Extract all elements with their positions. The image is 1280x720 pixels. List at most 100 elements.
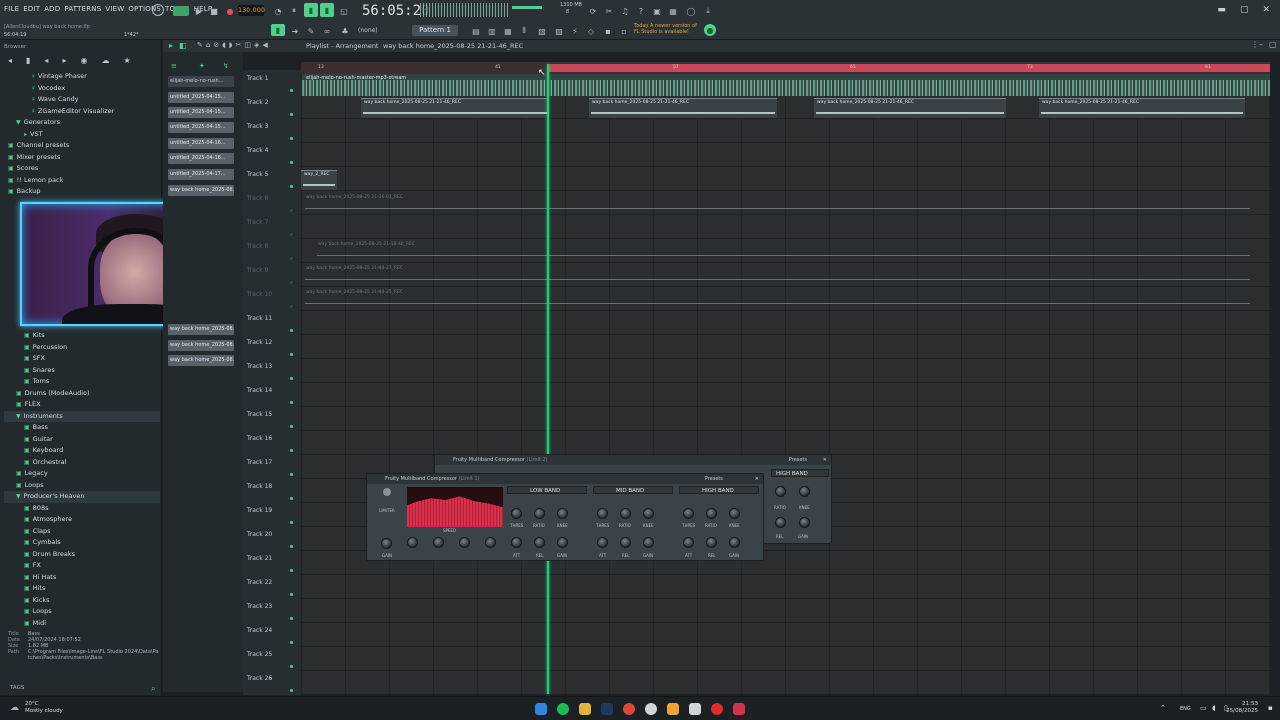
download-icon[interactable]: ⤓ <box>702 5 714 17</box>
picker-item[interactable]: untitled_2025-04-17... <box>168 169 234 180</box>
track-label[interactable]: Track 1 <box>247 75 268 82</box>
audio-clip-rec[interactable]: way back home_2025-08-25 21-21-46_REC <box>814 98 1006 118</box>
track-mute-led[interactable] <box>290 449 293 452</box>
track-mute-led[interactable] <box>290 161 293 164</box>
gain-knob[interactable] <box>643 537 654 548</box>
plugin-database-icon[interactable]: ▨ <box>553 25 565 37</box>
volume-icon[interactable]: ◖ <box>1212 704 1216 712</box>
snap-selector[interactable]: (none) <box>358 25 394 36</box>
track-label[interactable]: Track 6 <box>247 195 268 202</box>
picker-item[interactable]: way back home_2025-08... <box>168 324 234 335</box>
browser-item-loops-2[interactable]: ▣ Loops <box>4 606 160 618</box>
att-knob[interactable] <box>597 537 608 548</box>
app-icon[interactable] <box>645 703 657 715</box>
rel-knob[interactable] <box>534 537 545 548</box>
piano-roll-icon[interactable]: ▥ <box>486 25 498 37</box>
presets-button[interactable]: Presets <box>789 455 807 465</box>
browser-item-toms[interactable]: ▣ Toms <box>4 376 160 388</box>
track-mute-led[interactable] <box>290 305 293 308</box>
play-icon[interactable]: ▶ <box>193 5 205 17</box>
playlist-arrangement[interactable]: way back home_2025-08-25 21-21-46_REC <box>383 42 523 50</box>
track-label[interactable]: Track 10 <box>247 291 272 298</box>
mixer-icon[interactable]: ⫴ <box>518 25 530 37</box>
track-mute-led[interactable] <box>290 113 293 116</box>
track-mute-led[interactable] <box>290 521 293 524</box>
audio-clip-rec[interactable]: way back home_2025-08-25 21-21-46_REC <box>361 98 549 118</box>
windows-start-icon[interactable] <box>535 703 547 715</box>
snapshot-icon[interactable]: ◉ <box>80 56 87 68</box>
audio-clip-muted[interactable]: way back home_2025-08-25 21-44-27_REC <box>301 266 1270 286</box>
weather-icon[interactable]: ☁ <box>10 703 19 713</box>
browser-item-mixer-presets[interactable]: ▣ Mixer presets <box>4 152 160 164</box>
browser-item-claps[interactable]: ▣ Claps <box>4 526 160 538</box>
browser-item-drum-breaks[interactable]: ▣ Drum Breaks <box>4 549 160 561</box>
picker-item[interactable]: untitled_2025-04-15... <box>168 107 234 118</box>
browser-item-guitar[interactable]: ▣ Guitar <box>4 434 160 446</box>
track-mute-led[interactable] <box>290 497 293 500</box>
track-mute-led[interactable] <box>290 569 293 572</box>
tags-label[interactable]: TAGS <box>10 685 24 691</box>
track-label[interactable]: Track 12 <box>247 339 272 346</box>
step-edit-icon[interactable]: ▮ <box>320 3 334 17</box>
track-label[interactable]: Track 4 <box>247 147 268 154</box>
maximize-icon[interactable]: ▢ <box>1269 40 1277 49</box>
track-label[interactable]: Track 18 <box>247 483 272 490</box>
picker-item[interactable]: untitled_2025-04-15... <box>168 122 234 133</box>
browser-icon[interactable]: ▧ <box>536 25 548 37</box>
browser-item-scores[interactable]: ▣ Scores <box>4 163 160 175</box>
image-line-logo-icon[interactable]: ● <box>704 24 716 36</box>
limiter-label[interactable]: LIMITER <box>379 508 395 513</box>
audio-clip-small[interactable]: way_2_REC <box>301 170 337 190</box>
track-label[interactable]: Track 5 <box>247 171 268 178</box>
knee-knob[interactable] <box>643 508 654 519</box>
browser-item-bass[interactable]: ▣ Bass <box>4 422 160 434</box>
search-icon[interactable]: ⌕ <box>151 684 155 694</box>
knee-knob[interactable] <box>799 486 810 497</box>
back-icon[interactable]: ◂ <box>44 56 48 68</box>
menu-view[interactable]: VIEW <box>105 5 124 13</box>
track-label[interactable]: Track 16 <box>247 435 272 442</box>
file-explorer-icon[interactable] <box>579 703 591 715</box>
master-volume-slider[interactable] <box>512 6 542 9</box>
close-icon[interactable]: ✕ <box>755 474 759 484</box>
track-label[interactable]: Track 9 <box>247 267 268 274</box>
track-mute-led[interactable] <box>290 353 293 356</box>
browser-item-orchestral[interactable]: ▣ Orchestral <box>4 457 160 469</box>
update-notice[interactable]: Today A newer version of FL Studio is av… <box>634 23 697 35</box>
track-mute-led[interactable] <box>290 425 293 428</box>
browser-item-vst[interactable]: ▸ VST <box>4 129 160 141</box>
minimize-icon[interactable]: ▬ <box>1217 5 1226 15</box>
save-icon[interactable]: ▣ <box>651 5 663 17</box>
ratio-knob[interactable] <box>775 486 786 497</box>
picker-pattern-icon[interactable]: ≡ <box>171 62 177 70</box>
picker-automation-icon[interactable]: ↯ <box>223 62 229 70</box>
bypass-button[interactable] <box>383 488 391 496</box>
track-label[interactable]: Track 7 <box>247 219 268 226</box>
menu-add[interactable]: ADD <box>44 5 60 13</box>
browser-item-keyboard[interactable]: ▣ Keyboard <box>4 445 160 457</box>
playlist-view-icon[interactable]: ◧ <box>179 41 187 50</box>
ratio-knob[interactable] <box>620 508 631 519</box>
microphone-icon[interactable]: ♫ <box>619 5 631 17</box>
track-label[interactable]: Track 25 <box>247 651 272 658</box>
detach-icon[interactable]: ⋮ <box>1251 40 1259 49</box>
picker-item[interactable]: way back home_2025-08... <box>168 185 234 196</box>
browser-item-producers-heaven[interactable]: ▼ Producer's Heaven <box>4 491 160 503</box>
audio-clip-muted[interactable]: way back home_2025-08-25 21-16-01_REC <box>301 195 1270 215</box>
track-label[interactable]: Track 19 <box>247 507 272 514</box>
browser-item-vocodex[interactable]: ♯ Vocodex <box>4 83 160 95</box>
ratio-knob[interactable] <box>706 508 717 519</box>
metronome-icon[interactable] <box>152 4 164 16</box>
browser-item-generators[interactable]: ▼ Generators <box>4 117 160 129</box>
knee-knob[interactable] <box>557 508 568 519</box>
close-icon[interactable]: ✕ <box>1262 5 1270 15</box>
audio-clip-muted[interactable]: way back home_2025-08-25 21-18-40_REC <box>313 242 1270 262</box>
picker-item[interactable]: way back home_2025-08... <box>168 355 234 366</box>
browser-item-fx[interactable]: ▣ FX <box>4 560 160 572</box>
spotify-icon[interactable] <box>557 703 569 715</box>
thres-knob[interactable] <box>683 508 694 519</box>
chrome-icon[interactable] <box>623 703 635 715</box>
picker-audio-icon[interactable]: ✦ <box>199 62 205 70</box>
track-label[interactable]: Track 24 <box>247 627 272 634</box>
minimize-icon[interactable]: – <box>1259 40 1263 49</box>
